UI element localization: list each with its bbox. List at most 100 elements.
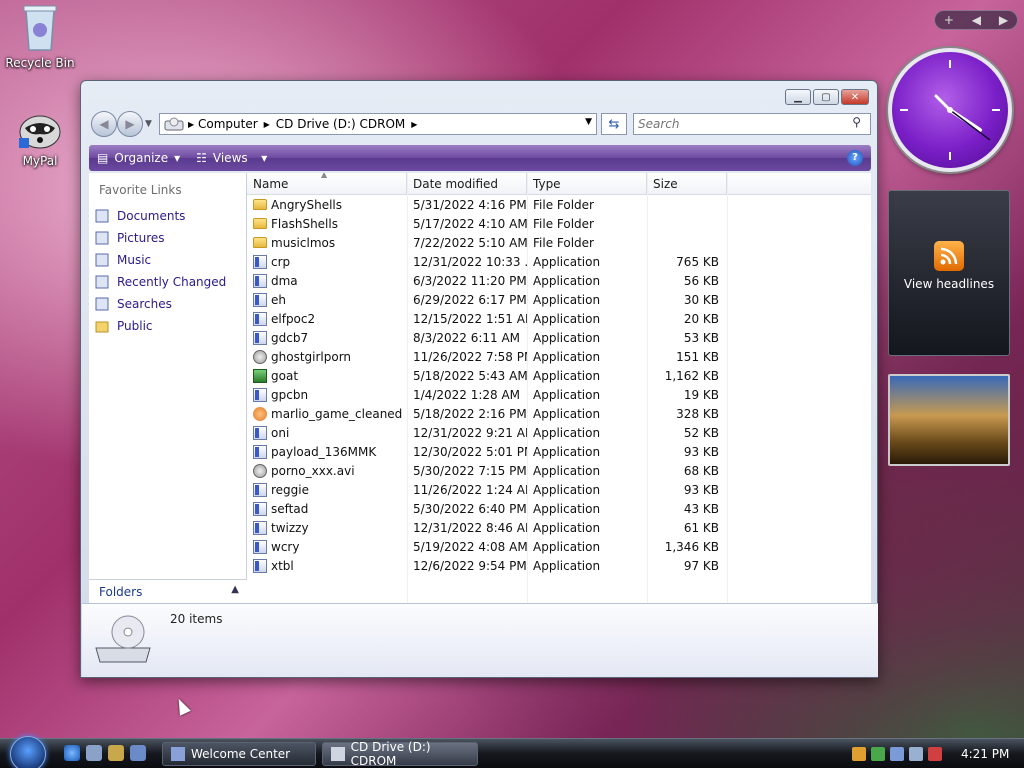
file-size: 93 KB xyxy=(683,444,719,459)
application-icon xyxy=(253,330,267,345)
favorite-link-public[interactable]: Public xyxy=(95,315,246,337)
windows-update-icon[interactable] xyxy=(890,747,904,761)
security-shield-icon[interactable] xyxy=(852,747,866,761)
file-row[interactable]: gdcb7 8/3/2022 6:11 AM Application 53 KB xyxy=(247,328,871,347)
volume-muted-icon[interactable] xyxy=(928,747,942,761)
next-icon[interactable]: ▶ xyxy=(999,13,1008,27)
file-name: xtbl xyxy=(271,558,294,573)
file-row[interactable]: crp 12/31/2022 10:33 ... Application 765 KB xyxy=(247,252,871,271)
file-type: Application xyxy=(533,406,601,421)
file-row[interactable]: marlio_game_cleaned 5/18/2022 2:16 PM Appl… xyxy=(247,404,871,423)
back-button[interactable]: ◀ xyxy=(91,111,117,137)
minimize-button[interactable]: ▁ xyxy=(785,89,811,105)
clock-gadget[interactable] xyxy=(888,48,1012,172)
breadcrumb-cd-drive[interactable]: CD Drive (D:) CDROM ▶ xyxy=(276,117,418,131)
feed-headlines-gadget[interactable]: View headlines xyxy=(888,190,1010,356)
search-icon[interactable]: ⚲ xyxy=(852,115,861,129)
file-row[interactable]: FlashShells 5/17/2022 4:10 AM File Folder xyxy=(247,214,871,233)
details-pane: 20 items xyxy=(82,603,878,677)
favorite-link-recently-changed[interactable]: Recently Changed xyxy=(95,271,246,293)
file-row[interactable]: ghostgirlporn 11/26/2022 7:58 PM Applicati… xyxy=(247,347,871,366)
file-name: musiclmos xyxy=(271,235,336,250)
file-size: 52 KB xyxy=(683,425,719,440)
organize-button[interactable]: ▤ Organize ▾ xyxy=(89,151,188,165)
network-icon[interactable] xyxy=(909,747,923,761)
forward-button[interactable]: ▶ xyxy=(117,111,143,137)
file-row[interactable]: xtbl 12/6/2022 9:54 PM Application 97 KB xyxy=(247,556,871,575)
add-gadget-icon[interactable]: + xyxy=(944,13,954,27)
recent-pages-dropdown-icon[interactable]: ▼ xyxy=(145,119,152,129)
help-button[interactable]: ? xyxy=(847,150,863,166)
application-icon xyxy=(253,425,267,440)
file-type: Application xyxy=(533,273,601,288)
file-size: 43 KB xyxy=(683,501,719,516)
file-row[interactable]: gpcbn 1/4/2022 1:28 AM Application 19 KB xyxy=(247,385,871,404)
mypal-quick-icon[interactable] xyxy=(108,745,124,761)
file-row[interactable]: eh 6/29/2022 6:17 PM Application 30 KB xyxy=(247,290,871,309)
checkmark-icon[interactable] xyxy=(871,747,885,761)
switch-windows-icon[interactable] xyxy=(130,745,146,761)
file-size: 20 KB xyxy=(683,311,719,326)
public-folder-icon xyxy=(95,321,109,333)
favorite-link-documents[interactable]: Documents xyxy=(95,205,246,227)
file-date: 6/3/2022 11:20 PM xyxy=(413,273,527,288)
desktop-icon-recycle-bin[interactable]: Recycle Bin xyxy=(0,2,80,70)
file-date: 12/31/2022 9:21 AM xyxy=(413,425,527,440)
sidebar-controls[interactable]: + ◀ ▶ xyxy=(934,10,1018,30)
search-input[interactable] xyxy=(633,113,871,135)
cd-drive-icon xyxy=(331,747,345,761)
desktop-icon-mypal[interactable]: MyPal xyxy=(0,110,80,168)
favorite-link-searches[interactable]: Searches xyxy=(95,293,246,315)
file-row[interactable]: wcry 5/19/2022 4:08 AM Application 1,346 KB xyxy=(247,537,871,556)
file-row[interactable]: AngryShells 5/31/2022 4:16 PM File Folder xyxy=(247,195,871,214)
file-date: 5/17/2022 4:10 AM xyxy=(413,216,527,231)
file-rows: AngryShells 5/31/2022 4:16 PM File Folder F… xyxy=(247,195,871,575)
system-clock[interactable]: 4:21 PM xyxy=(961,747,1009,761)
column-header-name[interactable]: ▲ Name xyxy=(247,173,407,194)
favorite-link-music[interactable]: Music xyxy=(95,249,246,271)
task-cd-drive[interactable]: CD Drive (D:) CDROM xyxy=(322,740,478,768)
file-date: 1/4/2022 1:28 AM xyxy=(413,387,521,402)
breadcrumb-arrow-icon[interactable]: ▶ xyxy=(188,120,194,129)
file-size: 19 KB xyxy=(683,387,719,402)
maximize-button[interactable]: ▢ xyxy=(813,89,839,105)
close-button[interactable]: ✕ xyxy=(841,89,869,105)
system-tray: 4:21 PM xyxy=(852,743,1022,765)
file-size: 53 KB xyxy=(683,330,719,345)
views-button[interactable]: ☷ Views ▾ xyxy=(188,151,275,165)
favorite-link-pictures[interactable]: Pictures xyxy=(95,227,246,249)
address-bar[interactable]: ▶ Computer ▶ CD Drive (D:) CDROM ▶ ▼ xyxy=(159,113,597,135)
file-row[interactable]: goat 5/18/2022 5:43 AM Application 1,162 KB xyxy=(247,366,871,385)
prev-icon[interactable]: ◀ xyxy=(972,13,981,27)
column-header-date[interactable]: Date modified xyxy=(407,173,527,194)
file-type: Application xyxy=(533,558,601,573)
file-row[interactable]: payload_136MMK 12/30/2022 5:01 PM Applicat… xyxy=(247,442,871,461)
task-welcome-center[interactable]: Welcome Center xyxy=(162,742,316,766)
file-row[interactable]: elfpoc2 12/15/2022 1:51 AM Application 20 K… xyxy=(247,309,871,328)
folders-toggle[interactable]: Folders ▲ xyxy=(89,579,247,603)
refresh-button[interactable]: ⇆ xyxy=(601,113,627,135)
file-row[interactable]: twizzy 12/31/2022 8:46 AM Application 61 KB xyxy=(247,518,871,537)
column-header-type[interactable]: Type xyxy=(527,173,647,194)
file-row[interactable]: reggie 11/26/2022 1:24 AM Application 93 KB xyxy=(247,480,871,499)
file-row[interactable]: oni 12/31/2022 9:21 AM Application 52 KB xyxy=(247,423,871,442)
organize-icon: ▤ xyxy=(97,151,109,165)
taskbar: Welcome Center CD Drive (D:) CDROM 4:21 … xyxy=(0,736,1024,768)
slideshow-gadget[interactable] xyxy=(888,374,1010,466)
file-row[interactable]: musiclmos 7/22/2022 5:10 AM File Folder xyxy=(247,233,871,252)
application-icon xyxy=(253,273,267,288)
media-file-icon xyxy=(253,349,267,364)
file-row[interactable]: porno_xxx.avi 5/30/2022 7:15 PM Applicatio… xyxy=(247,461,871,480)
file-date: 12/30/2022 5:01 PM xyxy=(413,444,527,459)
file-row[interactable]: seftad 5/30/2022 6:40 PM Application 43 KB xyxy=(247,499,871,518)
show-desktop-icon[interactable] xyxy=(86,745,102,761)
internet-explorer-icon[interactable] xyxy=(64,745,80,761)
file-row[interactable]: dma 6/3/2022 11:20 PM Application 56 KB xyxy=(247,271,871,290)
file-type: Application xyxy=(533,539,601,554)
column-header-size[interactable]: Size xyxy=(647,173,727,194)
start-button[interactable] xyxy=(10,736,46,768)
address-dropdown-icon[interactable]: ▼ xyxy=(585,117,592,127)
file-name: reggie xyxy=(271,482,310,497)
file-date: 8/3/2022 6:11 AM xyxy=(413,330,521,345)
breadcrumb-computer[interactable]: Computer ▶ xyxy=(198,117,270,131)
